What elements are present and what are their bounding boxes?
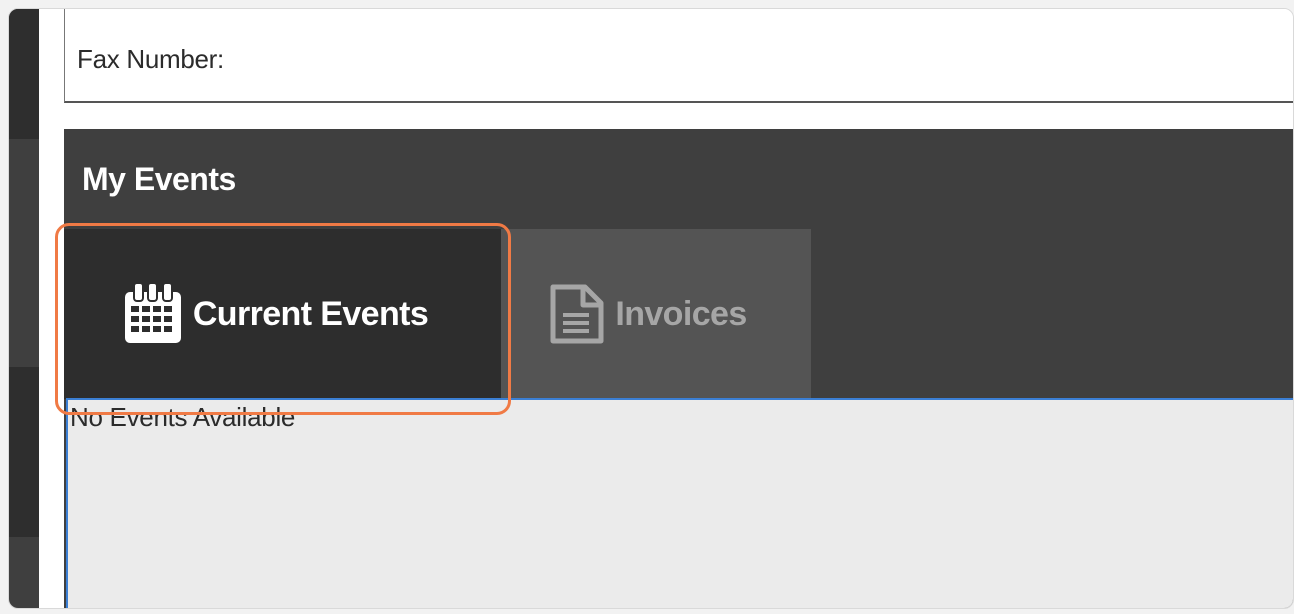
fax-number-row: Fax Number: xyxy=(64,9,1293,103)
tab-current-events[interactable]: Current Events xyxy=(64,229,501,399)
sidebar-shade-bottom xyxy=(9,367,39,537)
events-content-area: No Events Available xyxy=(66,398,1293,608)
calendar-icon xyxy=(123,283,183,345)
tab-invoices-label: Invoices xyxy=(615,294,747,333)
app-frame: Fax Number: My Events Current Events Inv… xyxy=(8,8,1294,609)
sidebar-shade-top xyxy=(9,9,39,139)
left-sidebar-strip xyxy=(9,9,39,608)
events-tabbar: Current Events Invoices xyxy=(64,229,1293,399)
panel-title: My Events xyxy=(82,161,236,197)
document-icon xyxy=(549,283,605,345)
tab-invoices[interactable]: Invoices xyxy=(501,229,811,399)
no-events-message: No Events Available xyxy=(70,402,296,432)
fax-number-label: Fax Number: xyxy=(77,44,224,74)
tab-current-events-label: Current Events xyxy=(192,294,429,333)
